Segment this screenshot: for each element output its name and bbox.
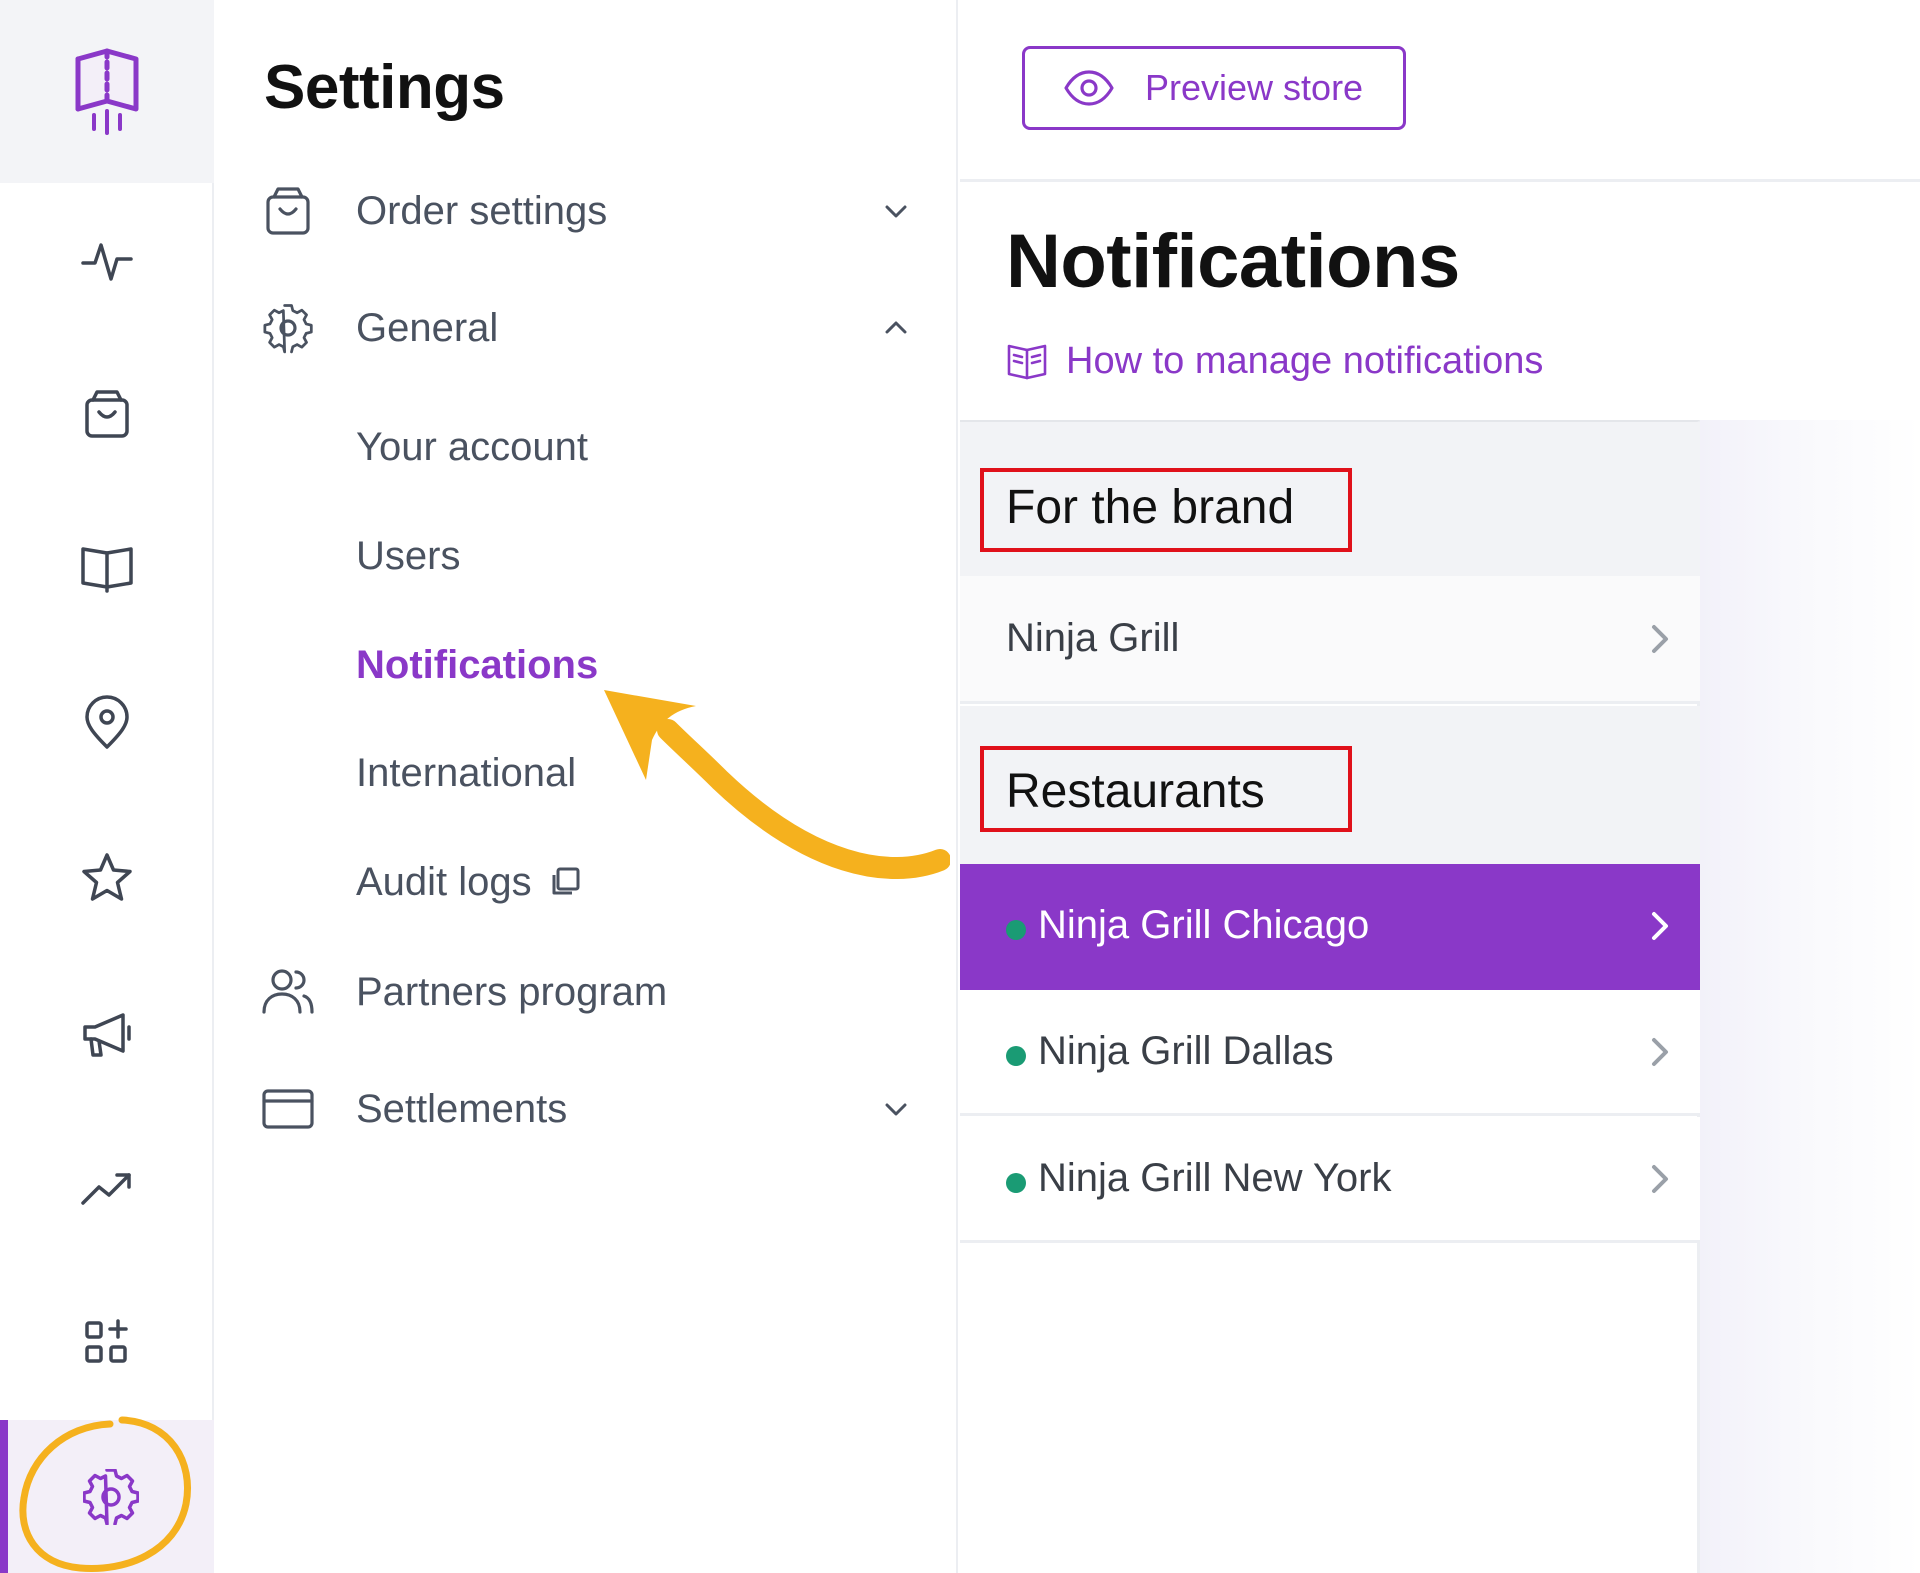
nav-orders[interactable] — [0, 359, 214, 469]
notification-targets-list: For the brand Ninja Grill Restaurants Ni… — [960, 420, 1700, 1573]
page-title: Notifications — [1006, 219, 1460, 304]
chevron-right-icon — [1652, 624, 1668, 653]
chevron-up-icon — [885, 321, 907, 334]
top-bar: Preview store — [960, 0, 1920, 182]
help-link[interactable]: How to manage notifications — [1006, 336, 1543, 386]
menu-partners-program[interactable]: Partners program — [216, 947, 956, 1037]
megaphone-icon — [83, 1013, 131, 1057]
menu-general-label: General — [356, 305, 499, 350]
apps-add-icon — [85, 1319, 128, 1363]
icon-rail — [0, 0, 214, 1573]
menu-general[interactable]: General — [216, 283, 956, 373]
menu-order-settings[interactable]: Order settings — [216, 166, 956, 256]
users-icon — [262, 969, 314, 1014]
nav-apps[interactable] — [0, 1288, 214, 1398]
list-item-restaurant[interactable]: Ninja Grill Dallas — [960, 990, 1700, 1116]
location-pin-icon — [85, 695, 129, 749]
star-icon — [82, 853, 132, 901]
submenu-your-account[interactable]: Your account — [356, 412, 588, 482]
chevron-right-icon — [1652, 1037, 1668, 1066]
submenu-notifications[interactable]: Notifications — [356, 630, 598, 700]
preview-store-button[interactable]: Preview store — [1022, 46, 1406, 130]
settings-menu: Settings Order settings General Your acc… — [216, 0, 958, 1573]
gear-icon — [263, 304, 313, 354]
gear-icon — [83, 1468, 139, 1525]
nav-reports[interactable] — [0, 1134, 214, 1244]
trending-up-icon — [81, 1173, 131, 1205]
nav-settings[interactable] — [0, 1420, 214, 1573]
content-area: Preview store Notifications How to manag… — [960, 0, 1920, 1573]
list-item-label: Ninja Grill Chicago — [1038, 903, 1370, 947]
nav-activity[interactable] — [0, 206, 214, 316]
nav-marketing[interactable] — [0, 978, 214, 1088]
status-dot — [1006, 1173, 1026, 1193]
group-heading-brand: For the brand — [960, 422, 1700, 576]
list-item-label: Ninja Grill — [1006, 616, 1180, 660]
chevron-right-icon — [1652, 911, 1668, 940]
help-link-label: How to manage notifications — [1066, 339, 1544, 382]
preview-store-label: Preview store — [1145, 67, 1364, 108]
book-icon — [81, 547, 133, 593]
highlight-box — [980, 468, 1352, 552]
chevron-down-icon — [885, 1103, 907, 1116]
status-dot — [1006, 1046, 1026, 1066]
group-heading-restaurants: Restaurants — [960, 706, 1700, 864]
chevron-down-icon — [885, 205, 907, 218]
open-book-icon — [1007, 344, 1047, 380]
shopping-bag-icon — [266, 187, 310, 235]
list-item-restaurant[interactable]: Ninja Grill Chicago — [960, 864, 1700, 990]
submenu-audit-logs-label: Audit logs — [356, 859, 532, 904]
menu-order-settings-label: Order settings — [356, 188, 608, 233]
status-dot — [1006, 920, 1026, 940]
list-item-label: Ninja Grill Dallas — [1038, 1029, 1334, 1073]
nav-reviews[interactable] — [0, 823, 214, 933]
nav-locations[interactable] — [0, 668, 214, 778]
submenu-international[interactable]: International — [356, 738, 576, 808]
submenu-audit-logs[interactable]: Audit logs — [356, 847, 582, 917]
nav-menu[interactable] — [0, 512, 214, 622]
eye-icon — [1064, 70, 1114, 106]
settings-title: Settings — [264, 53, 505, 122]
list-item-brand[interactable]: Ninja Grill — [960, 576, 1700, 704]
menu-settlements[interactable]: Settlements — [216, 1064, 956, 1154]
list-item-restaurant[interactable]: Ninja Grill New York — [960, 1117, 1700, 1243]
external-link-icon — [552, 867, 580, 895]
submenu-users[interactable]: Users — [356, 521, 460, 591]
chevron-right-icon — [1652, 1164, 1668, 1193]
logo-book-icon — [75, 48, 139, 135]
menu-settlements-label: Settlements — [356, 1086, 568, 1131]
highlight-box — [980, 746, 1352, 832]
brand-logo[interactable] — [0, 0, 214, 183]
list-item-label: Ninja Grill New York — [1038, 1156, 1392, 1200]
menu-partners-program-label: Partners program — [356, 969, 668, 1014]
shopping-bag-icon — [85, 390, 129, 438]
credit-card-icon — [262, 1089, 314, 1129]
detail-placeholder — [1700, 420, 1920, 1573]
activity-icon — [81, 243, 133, 281]
